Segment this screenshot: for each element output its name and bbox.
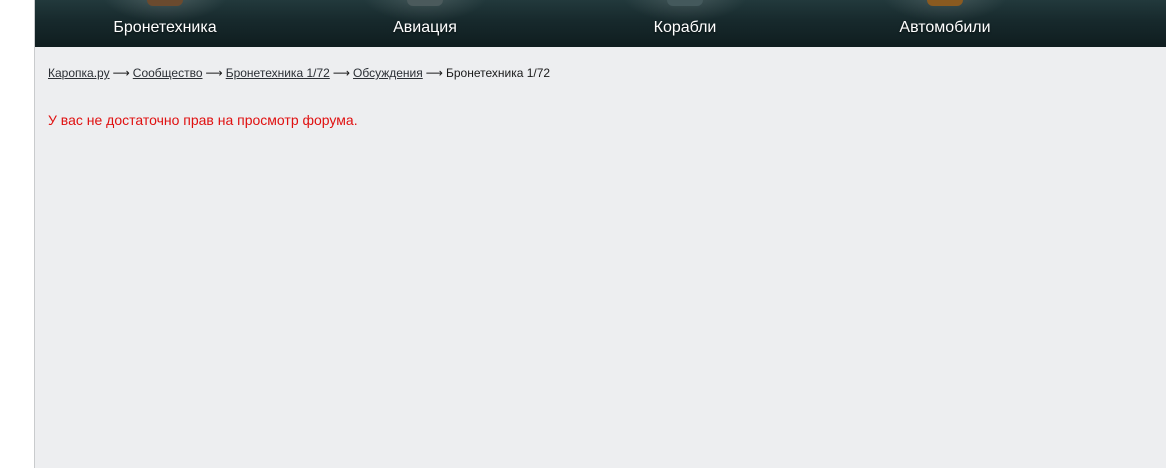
breadcrumb-separator: ⟶ [205, 66, 223, 80]
aviation-thumbnail-icon [407, 0, 443, 6]
breadcrumb-link-home[interactable]: Каропка.ру [48, 66, 110, 80]
top-navigation: Бронетехника Авиация Корабли Автомобили [35, 0, 1166, 47]
access-denied-message: У вас не достаточно прав на просмотр фор… [48, 112, 358, 128]
breadcrumb-link-discussions[interactable]: Обсуждения [353, 66, 423, 80]
ships-thumbnail-icon [667, 0, 703, 6]
cars-thumbnail-icon [927, 0, 963, 6]
breadcrumb-current: Бронетехника 1/72 [445, 66, 551, 80]
nav-item-label: Бронетехника [113, 19, 217, 36]
breadcrumb-separator: ⟶ [112, 66, 130, 80]
armor-thumbnail-icon [147, 0, 183, 6]
nav-item-label: Автомобили [899, 19, 991, 36]
breadcrumb-link-armor-172[interactable]: Бронетехника 1/72 [226, 66, 330, 80]
nav-item-label: Корабли [653, 19, 717, 36]
breadcrumb: Каропка.ру ⟶ Сообщество ⟶ Бронетехника 1/72 ⟶… [48, 66, 550, 80]
nav-item-label: Авиация [393, 19, 457, 36]
nav-item-cars[interactable]: Автомобили [845, 0, 1045, 47]
breadcrumb-separator: ⟶ [332, 66, 351, 80]
breadcrumb-separator: ⟶ [425, 66, 443, 80]
page-container: Бронетехника Авиация Корабли Автомобили … [34, 0, 1166, 468]
breadcrumb-link-community[interactable]: Сообщество [133, 66, 203, 80]
nav-item-armor[interactable]: Бронетехника [65, 0, 265, 47]
nav-item-aviation[interactable]: Авиация [325, 0, 525, 47]
nav-item-ships[interactable]: Корабли [585, 0, 785, 47]
